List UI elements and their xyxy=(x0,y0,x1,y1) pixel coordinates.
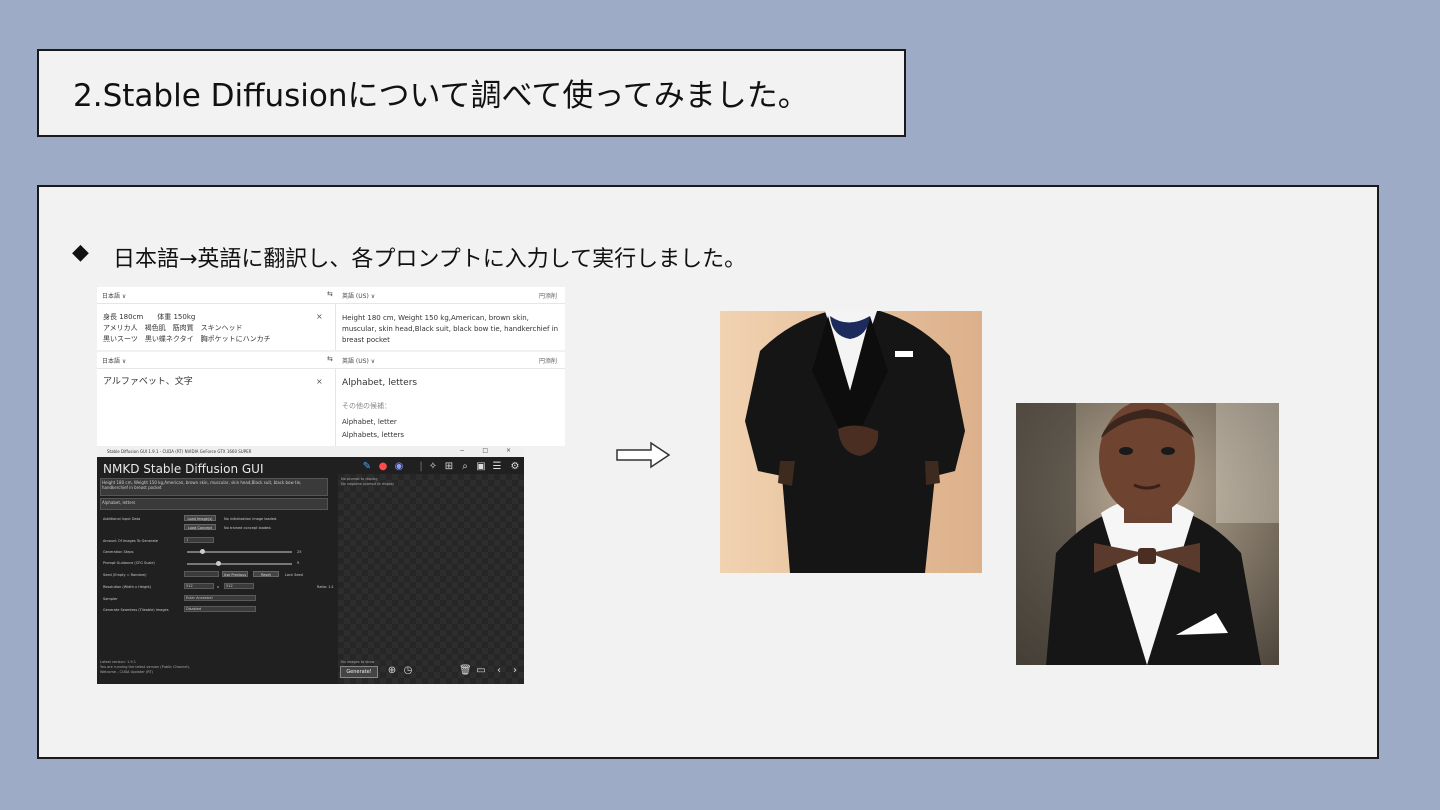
list-icon[interactable]: ☰ xyxy=(491,461,503,473)
no-concept-text: No trained concept loaded. xyxy=(224,526,272,530)
generated-image-portrait xyxy=(1016,403,1279,665)
swap-languages-icon[interactable]: ⇆ xyxy=(327,355,333,363)
source-text[interactable]: 身長 180cm 体重 150kg アメリカ人 褐色肌 筋肉質 スキンヘッド 黒… xyxy=(103,312,318,345)
seamless-label: Generate Seamless (Tileable) Images xyxy=(103,608,169,612)
translate-header: 日本語 ∨ ⇆ 英語 (US) ∨ 円添削 xyxy=(97,352,565,369)
alternative-item[interactable]: Alphabets, letters xyxy=(342,431,404,439)
toolbar-separator: | xyxy=(419,461,423,472)
no-image-text: No initialization image loaded. xyxy=(224,517,278,521)
negative-prompt-preview-note: No negative prompt to display xyxy=(341,482,395,486)
divider xyxy=(335,303,336,350)
translated-text: Alphabet, letters xyxy=(342,378,418,388)
sampler-label: Sampler xyxy=(103,597,118,601)
target-language-select[interactable]: 英語 (US) ∨ xyxy=(342,356,375,365)
right-arrow-icon xyxy=(616,441,671,469)
amount-label: Amount Of Images To Generate xyxy=(103,539,159,543)
window-titlebar: Stable Diffusion GUI 1.9.1 - CUDA (RT) N… xyxy=(97,446,524,457)
guidance-slider[interactable] xyxy=(187,563,292,565)
generate-button[interactable]: Generate! xyxy=(340,666,378,678)
divider xyxy=(335,368,336,446)
target-language-select[interactable]: 英語 (US) ∨ xyxy=(342,291,375,300)
translate-panel-1: 日本語 ∨ ⇆ 英語 (US) ∨ 円添削 身長 180cm 体重 150kg … xyxy=(97,287,565,350)
zoom-icon[interactable]: ⌕ xyxy=(459,461,471,473)
patreon-icon[interactable]: ● xyxy=(377,461,389,473)
previous-image-icon[interactable]: ‹ xyxy=(493,665,505,677)
ratio-text: Ratio: 1:1 xyxy=(317,585,334,589)
translate-header: 日本語 ∨ ⇆ 英語 (US) ∨ 円添削 xyxy=(97,287,565,304)
window-title: Stable Diffusion GUI 1.9.1 - CUDA (RT) N… xyxy=(107,449,252,454)
use-previous-button[interactable]: Use Previous xyxy=(222,571,248,577)
source-language-select[interactable]: 日本語 ∨ xyxy=(102,291,126,300)
additional-data-label: Additional Input Data xyxy=(103,517,141,521)
prompt-input[interactable]: Height 180 cm, Weight 150 kg,American, b… xyxy=(100,478,328,496)
guidance-label: Prompt Guidance (CFG Scale) xyxy=(103,561,155,565)
corner-label[interactable]: 円添削 xyxy=(539,356,557,365)
alternatives-heading: その他の候補： xyxy=(342,402,391,410)
load-concept-button[interactable]: Load Concept xyxy=(184,524,216,530)
width-select[interactable]: 512 xyxy=(184,583,214,589)
reset-button[interactable]: Reset xyxy=(253,571,279,577)
negative-prompt-input[interactable]: Alphabet, letters xyxy=(100,498,328,510)
seed-input[interactable] xyxy=(184,571,219,577)
load-image-button[interactable]: Load Image(s) xyxy=(184,515,216,521)
next-image-icon[interactable]: › xyxy=(509,665,521,677)
history-icon[interactable]: ◷ xyxy=(402,665,414,677)
window-controls[interactable]: − □ × xyxy=(459,447,519,454)
add-queue-icon[interactable]: ⊕ xyxy=(386,665,398,677)
guidance-slider-knob[interactable] xyxy=(216,561,221,566)
slide-title-box: 2.Stable Diffusionについて調べて使ってみました。 xyxy=(37,49,906,137)
trash-icon[interactable]: 🗑 xyxy=(459,665,472,677)
settings-gear-icon[interactable]: ⚙ xyxy=(509,461,521,473)
steps-slider-knob[interactable] xyxy=(200,549,206,554)
upscale-icon[interactable]: ⊞ xyxy=(443,461,455,473)
seamless-select[interactable]: Disabled xyxy=(184,606,256,612)
log-line: Welcome - CUDA Updater (RT) xyxy=(100,670,153,674)
guidance-value: 9 xyxy=(297,561,300,565)
discord-icon[interactable]: ◉ xyxy=(393,461,405,473)
steps-label: Generation Steps xyxy=(103,550,134,554)
alternative-item[interactable]: Alphabet, letter xyxy=(342,418,397,426)
source-text[interactable]: アルファベット、文字 xyxy=(103,377,318,388)
lock-seed-checkbox[interactable]: Lock Seed xyxy=(285,573,303,577)
slide-title: 2.Stable Diffusionについて調べて使ってみました。 xyxy=(73,78,809,114)
corner-label[interactable]: 円添削 xyxy=(539,291,557,300)
nmkd-window: Stable Diffusion GUI 1.9.1 - CUDA (RT) N… xyxy=(97,446,524,684)
source-language-select[interactable]: 日本語 ∨ xyxy=(102,356,126,365)
height-select[interactable]: 512 xyxy=(224,583,254,589)
prompt-preview-note: No prompt to display xyxy=(341,477,378,481)
no-images-note: No images to show xyxy=(341,660,375,664)
bullet-text: 日本語→英語に翻訳し、各プロンプトに入力して実行しました。 xyxy=(113,247,747,272)
log-output: Latest version: 1.9.1 You are running th… xyxy=(100,660,336,682)
amount-stepper[interactable]: 1 xyxy=(184,537,214,543)
image-icon[interactable]: ▣ xyxy=(475,461,487,473)
translate-panel-2: 日本語 ∨ ⇆ 英語 (US) ∨ 円添削 アルファベット、文字 × Alpha… xyxy=(97,352,565,446)
generated-image-suit xyxy=(720,311,982,573)
swap-languages-icon[interactable]: ⇆ xyxy=(327,290,333,298)
sampler-select[interactable]: Euler Ancestral xyxy=(184,595,256,601)
brush-icon[interactable]: ✎ xyxy=(361,461,373,473)
folder-icon[interactable]: ▭ xyxy=(475,665,487,677)
times-symbol: x xyxy=(217,585,220,589)
resolution-label: Resolution (Width x Height) xyxy=(103,585,152,589)
magic-wand-icon[interactable]: ✧ xyxy=(427,461,439,473)
steps-value: 25 xyxy=(297,550,302,554)
app-title: NMKD Stable Diffusion GUI xyxy=(103,462,264,476)
image-preview-area[interactable]: No prompt to display No negative prompt … xyxy=(338,474,524,684)
clear-icon[interactable]: × xyxy=(316,312,323,321)
bullet-diamond-icon: ◆ xyxy=(72,240,89,265)
translated-text: Height 180 cm, Weight 150 kg,American, b… xyxy=(342,314,559,344)
clear-icon[interactable]: × xyxy=(316,377,323,386)
seed-label: Seed (Empty = Random) xyxy=(103,573,147,577)
